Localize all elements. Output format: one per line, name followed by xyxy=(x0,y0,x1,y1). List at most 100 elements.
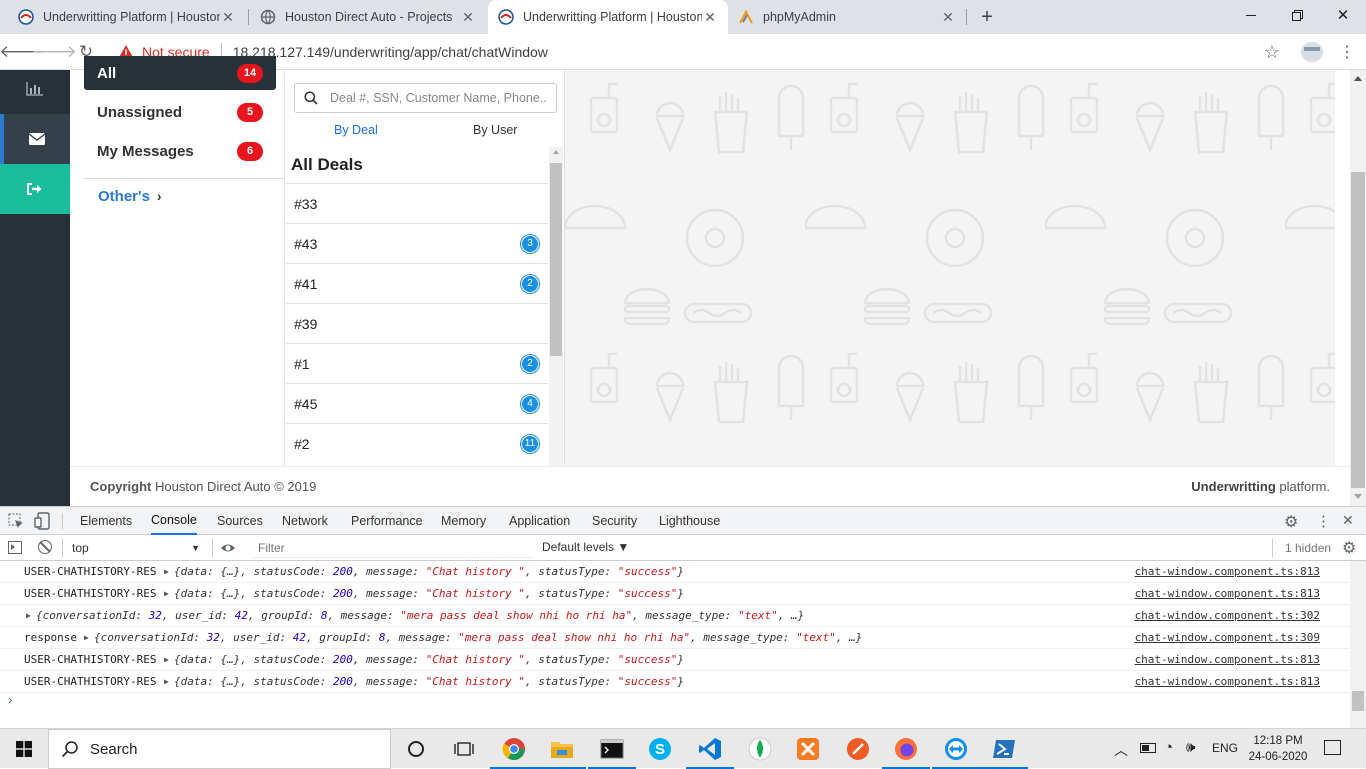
wifi-icon[interactable]: ◔ xyxy=(1164,739,1173,756)
scrollbar-thumb[interactable] xyxy=(1352,691,1364,711)
log-object-preview[interactable]: {data: {…}, statusCode: 200, message: "C… xyxy=(174,653,684,666)
browser-menu-button[interactable]: ⋮ xyxy=(1332,34,1362,70)
postman-taskbar-button[interactable] xyxy=(834,729,882,769)
scrollbar-thumb[interactable] xyxy=(550,163,562,356)
log-source-link[interactable]: chat-window.component.ts:813 xyxy=(1135,565,1320,578)
expand-triangle-icon[interactable]: ▶ xyxy=(164,589,169,598)
deal-list-item[interactable]: #43 3 xyxy=(286,223,548,263)
console-log-row[interactable]: response ▶ {conversationId: 32, user_id: 4… xyxy=(0,627,1350,649)
tab-by-user[interactable]: By User xyxy=(473,123,517,137)
log-source-link[interactable]: chat-window.component.ts:813 xyxy=(1135,675,1320,688)
close-tab-icon[interactable]: ✕ xyxy=(702,9,718,26)
log-object-preview[interactable]: {conversationId: 32, user_id: 42, groupI… xyxy=(94,631,862,644)
log-source-link[interactable]: chat-window.component.ts:813 xyxy=(1135,653,1320,666)
clock[interactable]: 12:18 PM 24-06-2020 xyxy=(1246,733,1310,765)
browser-tab-3-active[interactable]: Underwritting Platform | Houston ✕ xyxy=(488,0,728,34)
expand-triangle-icon[interactable]: ▶ xyxy=(164,567,169,576)
profile-avatar[interactable] xyxy=(1301,42,1323,62)
chrome-taskbar-button[interactable] xyxy=(490,729,538,769)
log-object-preview[interactable]: {data: {…}, statusCode: 200, message: "C… xyxy=(174,587,684,600)
close-tab-icon[interactable]: ✕ xyxy=(940,9,956,26)
sidebar-toggle-icon[interactable] xyxy=(8,541,22,554)
log-object-preview[interactable]: {data: {…}, statusCode: 200, message: "C… xyxy=(174,675,684,688)
deal-list-scrollbar[interactable] xyxy=(549,147,563,466)
expand-triangle-icon[interactable]: ▶ xyxy=(26,611,31,620)
console-settings-gear-icon[interactable]: ⚙ xyxy=(1342,538,1356,558)
log-levels-dropdown[interactable]: Default levels ▼ xyxy=(542,540,629,554)
minimize-window-button[interactable] xyxy=(1228,0,1274,30)
scroll-up-icon[interactable] xyxy=(1354,76,1362,81)
scroll-down-icon[interactable] xyxy=(1354,494,1362,499)
tab-by-deal[interactable]: By Deal xyxy=(334,123,378,137)
task-view-button[interactable] xyxy=(440,729,488,769)
skype-taskbar-button[interactable]: S xyxy=(636,729,684,769)
log-source-link[interactable]: chat-window.component.ts:309 xyxy=(1135,631,1320,644)
settings-gear-icon[interactable]: ⚙ xyxy=(1284,512,1298,532)
scroll-up-icon[interactable] xyxy=(553,150,559,154)
browser-tab-1[interactable]: Underwritting Platform | Houston ✕ xyxy=(8,0,246,34)
devtools-tab-sources[interactable]: Sources xyxy=(217,507,263,535)
close-tab-icon[interactable]: ✕ xyxy=(460,9,476,26)
deal-list-item[interactable]: #33 xyxy=(286,183,548,223)
restore-window-button[interactable] xyxy=(1274,0,1320,30)
expand-triangle-icon[interactable]: ▶ xyxy=(84,633,89,642)
terminal-taskbar-button[interactable] xyxy=(588,729,636,769)
vscode-taskbar-button[interactable] xyxy=(686,729,734,769)
others-link[interactable]: Other's › xyxy=(98,187,162,205)
console-filter-input[interactable]: Filter xyxy=(252,538,534,558)
live-expression-eye-icon[interactable] xyxy=(220,540,236,556)
url-text[interactable]: 18.218.127.149/underwriting/app/chat/cha… xyxy=(233,44,548,60)
log-source-link[interactable]: chat-window.component.ts:302 xyxy=(1135,609,1320,622)
console-log-row[interactable]: USER-CHATHISTORY-RES ▶ {data: {…}, statusC… xyxy=(0,671,1350,693)
console-prompt[interactable]: › xyxy=(8,692,12,707)
log-source-link[interactable]: chat-window.component.ts:813 xyxy=(1135,587,1320,600)
deal-list-item[interactable]: #1 2 xyxy=(286,343,548,383)
console-log-row[interactable]: USER-CHATHISTORY-RES ▶ {data: {…}, statusC… xyxy=(0,649,1350,671)
file-explorer-taskbar-button[interactable] xyxy=(538,729,586,769)
deal-search-input[interactable]: Deal #, SSN, Customer Name, Phone.. xyxy=(294,83,557,113)
powershell-taskbar-button[interactable] xyxy=(980,729,1028,769)
context-selector[interactable]: top ▼ xyxy=(66,537,206,559)
clear-console-icon[interactable] xyxy=(38,540,52,554)
browser-tab-4[interactable]: phpMyAdmin ✕ xyxy=(728,0,966,34)
inspect-element-icon[interactable] xyxy=(8,513,24,529)
close-tab-icon[interactable]: ✕ xyxy=(220,9,236,26)
expand-triangle-icon[interactable]: ▶ xyxy=(164,677,169,686)
expand-triangle-icon[interactable]: ▶ xyxy=(164,655,169,664)
show-hidden-icons-chevron-up-icon[interactable]: ︿ xyxy=(1114,740,1128,760)
devtools-tab-application[interactable]: Application xyxy=(509,507,570,535)
console-log-row[interactable]: ▶ {conversationId: 32, user_id: 42, group… xyxy=(0,605,1350,627)
logout-nav-button[interactable] xyxy=(0,164,70,214)
xampp-taskbar-button[interactable] xyxy=(784,729,832,769)
deal-list-item[interactable]: #2 11 xyxy=(286,423,548,463)
volume-icon[interactable]: 🕪 xyxy=(1186,739,1195,756)
teamviewer-taskbar-button[interactable] xyxy=(932,729,980,769)
taskbar-search-box[interactable]: Search xyxy=(48,729,391,769)
browser-tab-2[interactable]: Houston Direct Auto - Projects ✕ xyxy=(250,0,486,34)
kebab-menu-icon[interactable]: ⋮ xyxy=(1316,512,1331,530)
battery-icon[interactable] xyxy=(1140,743,1156,753)
filter-all[interactable]: All 14 xyxy=(84,56,276,90)
devtools-tab-lighthouse[interactable]: Lighthouse xyxy=(659,507,720,535)
address-bar[interactable]: Not secure 18.218.127.149/underwriting/a… xyxy=(106,38,1296,66)
firefox-taskbar-button[interactable] xyxy=(882,729,930,769)
log-object-preview[interactable]: {data: {…}, statusCode: 200, message: "C… xyxy=(174,565,684,578)
action-center-notification-icon[interactable] xyxy=(1324,740,1341,755)
devtools-tab-performance[interactable]: Performance xyxy=(351,507,423,535)
console-log-row[interactable]: USER-CHATHISTORY-RES ▶ {data: {…}, statusC… xyxy=(0,583,1350,605)
devtools-tab-memory[interactable]: Memory xyxy=(441,507,486,535)
log-object-preview[interactable]: {conversationId: 32, user_id: 42, groupI… xyxy=(36,609,804,622)
deal-list-item[interactable]: #39 xyxy=(286,303,548,343)
start-button[interactable] xyxy=(0,729,48,769)
dashboard-nav-button[interactable] xyxy=(0,64,70,114)
console-scrollbar[interactable] xyxy=(1350,561,1366,728)
cortana-button[interactable] xyxy=(392,729,440,769)
console-log-row[interactable]: USER-CHATHISTORY-RES ▶ {data: {…}, statusC… xyxy=(0,561,1350,583)
bookmark-star-button[interactable]: ☆ xyxy=(1257,34,1287,70)
scrollbar-thumb[interactable] xyxy=(1351,172,1365,488)
filter-unassigned[interactable]: Unassigned 5 xyxy=(84,94,276,130)
deal-list-item[interactable]: #45 4 xyxy=(286,383,548,423)
close-devtools-icon[interactable]: ✕ xyxy=(1342,512,1354,529)
devtools-tab-console[interactable]: Console xyxy=(151,507,197,535)
deal-list-item[interactable]: #41 2 xyxy=(286,263,548,303)
